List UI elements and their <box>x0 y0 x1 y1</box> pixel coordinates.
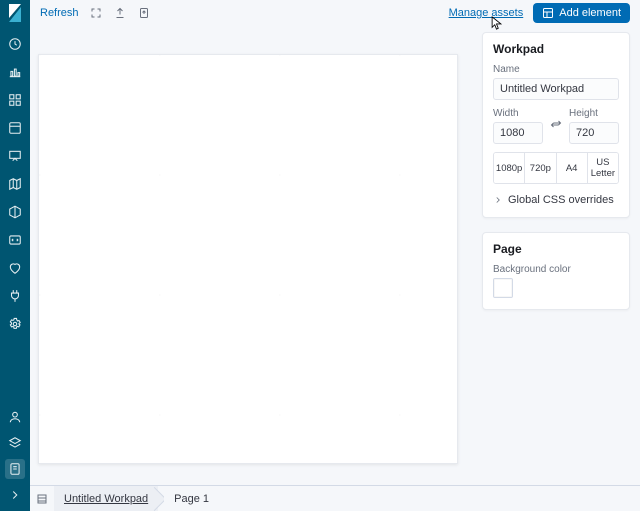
preset-1080p[interactable]: 1080p <box>494 153 525 183</box>
gear-icon[interactable] <box>5 314 25 334</box>
layout-icon <box>542 7 554 19</box>
infra-icon[interactable] <box>5 202 25 222</box>
map-icon[interactable] <box>5 174 25 194</box>
canvas-scroll-area[interactable] <box>30 26 472 485</box>
width-input[interactable] <box>493 122 543 144</box>
layers-icon[interactable] <box>5 433 25 453</box>
width-label: Width <box>493 108 543 119</box>
collapse-icon[interactable] <box>5 485 25 505</box>
heart-icon[interactable] <box>5 258 25 278</box>
bg-color-swatch[interactable] <box>493 278 513 298</box>
add-element-button[interactable]: Add element <box>533 3 630 23</box>
workpad-breadcrumb-label: Untitled Workpad <box>64 493 148 505</box>
presentation-icon[interactable] <box>5 146 25 166</box>
left-nav-rail <box>0 0 30 511</box>
fullscreen-icon[interactable] <box>89 6 103 20</box>
top-toolbar: Refresh Manage assets Add element <box>30 0 640 26</box>
graph-icon[interactable] <box>5 62 25 82</box>
canvas-page[interactable] <box>38 54 458 464</box>
cursor-icon <box>491 16 502 30</box>
css-overrides-toggle[interactable]: Global CSS overrides <box>493 194 619 206</box>
settings-panel: Workpad Name Width Height <box>472 26 640 485</box>
workpad-name-input[interactable] <box>493 78 619 100</box>
timeline-icon[interactable] <box>5 118 25 138</box>
page-list-toggle[interactable] <box>30 486 54 511</box>
refresh-button[interactable]: Refresh <box>40 7 79 19</box>
page-settings-card: Page Background color <box>482 232 630 310</box>
preset-720p[interactable]: 720p <box>525 153 556 183</box>
kibana-logo[interactable] <box>6 2 24 24</box>
manage-assets-label: Manage assets <box>449 7 524 19</box>
code-icon[interactable] <box>5 230 25 250</box>
clock-icon[interactable] <box>5 34 25 54</box>
bottom-bar: Untitled Workpad Page 1 <box>30 485 640 511</box>
dashboard-icon[interactable] <box>5 90 25 110</box>
css-overrides-label: Global CSS overrides <box>508 194 614 206</box>
user-icon[interactable] <box>5 407 25 427</box>
manage-assets-link[interactable]: Manage assets <box>449 7 524 19</box>
chevron-right-icon <box>493 195 503 205</box>
preset-a4[interactable]: A4 <box>557 153 588 183</box>
height-input[interactable] <box>569 122 619 144</box>
preset-usletter[interactable]: US Letter <box>588 153 618 183</box>
size-presets: 1080p 720p A4 US Letter <box>493 152 619 184</box>
workpad-settings-card: Workpad Name Width Height <box>482 32 630 218</box>
name-label: Name <box>493 64 619 75</box>
export-icon[interactable] <box>137 6 151 20</box>
page-breadcrumb[interactable]: Page 1 <box>158 486 219 511</box>
docs-icon[interactable] <box>5 459 25 479</box>
plug-icon[interactable] <box>5 286 25 306</box>
page-breadcrumb-label: Page 1 <box>174 493 209 505</box>
page-title: Page <box>493 242 619 256</box>
add-element-label: Add element <box>559 7 621 19</box>
bg-color-label: Background color <box>493 264 619 275</box>
workpad-title: Workpad <box>493 42 619 56</box>
workpad-breadcrumb[interactable]: Untitled Workpad <box>54 486 158 511</box>
share-icon[interactable] <box>113 6 127 20</box>
height-label: Height <box>569 108 619 119</box>
swap-dims-icon[interactable] <box>549 117 563 131</box>
